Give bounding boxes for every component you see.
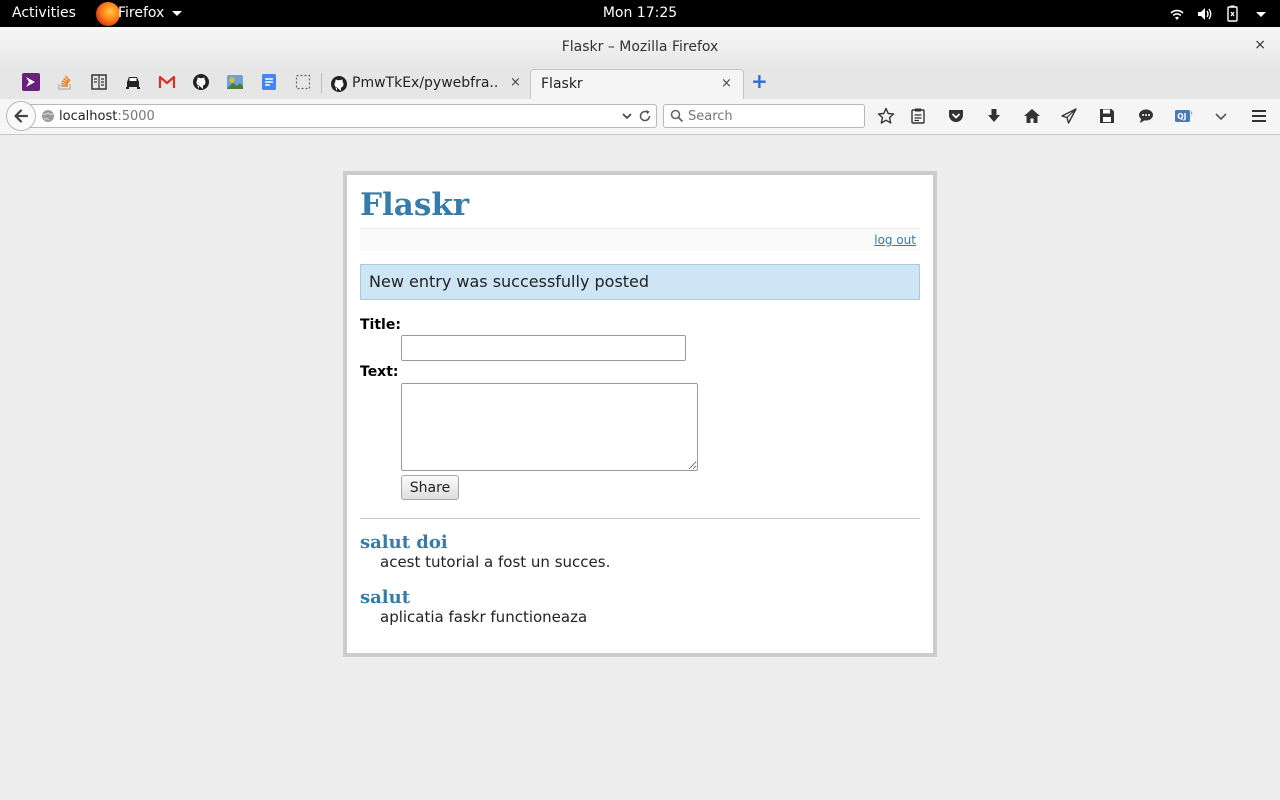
- overflow-chevron-icon[interactable]: [1212, 107, 1227, 125]
- stackoverflow-icon[interactable]: [56, 73, 74, 91]
- caret-down-icon[interactable]: [1252, 5, 1270, 23]
- hamburger-menu-icon[interactable]: [1250, 107, 1268, 125]
- save-icon[interactable]: [1098, 107, 1116, 125]
- back-arrow-icon: [14, 109, 29, 123]
- search-icon: [670, 109, 684, 123]
- meta-nav: log out: [360, 228, 920, 251]
- logout-link[interactable]: log out: [874, 233, 916, 247]
- svg-text:QJ: QJ: [1177, 112, 1186, 121]
- entry-title: salut doi: [360, 532, 448, 553]
- url-text[interactable]: localhost:5000: [59, 109, 155, 124]
- reading-list-icon[interactable]: [909, 107, 927, 125]
- title-input[interactable]: [401, 335, 686, 361]
- tab-close-icon[interactable]: ×: [510, 75, 521, 90]
- flaskr-page: Flaskr log out New entry was successfull…: [343, 171, 937, 657]
- car-icon[interactable]: [124, 73, 142, 91]
- search-placeholder: Search: [688, 109, 733, 124]
- navigation-toolbar: localhost:5000 Search QJ!: [0, 99, 1280, 135]
- reload-icon[interactable]: [638, 109, 652, 123]
- bookmark-star-icon[interactable]: [877, 107, 895, 125]
- chat-icon[interactable]: [1137, 107, 1155, 125]
- page-title: Flaskr: [360, 187, 470, 223]
- text-textarea[interactable]: [401, 383, 698, 471]
- tab-strip: PmwTkEx/pywebfra... × Flaskr ×: [0, 65, 1280, 100]
- battery-icon[interactable]: [1224, 5, 1242, 23]
- share-button[interactable]: Share: [401, 475, 459, 500]
- window-title-bar: Flaskr – Mozilla Firefox ×: [0, 27, 1280, 65]
- globe-icon[interactable]: [41, 109, 55, 123]
- tab-title: Flaskr: [541, 76, 583, 92]
- search-bar[interactable]: Search: [663, 104, 865, 128]
- tab-separator: [321, 73, 322, 93]
- docs-icon[interactable]: [260, 73, 278, 91]
- url-port: :5000: [117, 109, 155, 124]
- blank-tab-icon[interactable]: [294, 73, 312, 91]
- download-icon[interactable]: [985, 107, 1003, 125]
- pocket-icon[interactable]: [947, 107, 965, 125]
- window-close-icon[interactable]: ×: [1254, 37, 1266, 53]
- extension-icon[interactable]: QJ!: [1175, 107, 1199, 125]
- url-dropdown-chevron-icon[interactable]: [621, 110, 633, 122]
- github-icon[interactable]: [192, 73, 210, 91]
- image-app-icon[interactable]: [226, 73, 244, 91]
- tab-close-icon[interactable]: ×: [721, 76, 732, 91]
- github-icon: [330, 75, 348, 93]
- system-top-bar: Activities Firefox Mon 17:25: [0, 0, 1280, 27]
- gmail-icon[interactable]: [158, 73, 176, 91]
- tab-github-repo[interactable]: PmwTkEx/pywebfra... ×: [326, 69, 528, 99]
- entry-text: acest tutorial a fost un succes.: [380, 553, 611, 571]
- svg-text:!: !: [1191, 111, 1193, 117]
- window-title: Flaskr – Mozilla Firefox: [561, 39, 719, 55]
- url-bar[interactable]: localhost:5000: [30, 104, 657, 128]
- flash-message-text: New entry was successfully posted: [369, 272, 650, 291]
- send-icon[interactable]: [1060, 107, 1078, 125]
- tab-flaskr[interactable]: Flaskr ×: [530, 69, 744, 100]
- clock[interactable]: Mon 17:25: [0, 5, 1280, 21]
- divider: [360, 518, 920, 519]
- tab-title: PmwTkEx/pywebfra...: [352, 75, 498, 91]
- text-label: Text:: [360, 364, 399, 380]
- flash-message: New entry was successfully posted: [360, 264, 920, 300]
- url-host: localhost: [59, 109, 118, 124]
- home-icon[interactable]: [1023, 107, 1041, 125]
- reader-icon[interactable]: [90, 73, 108, 91]
- wifi-icon[interactable]: [1168, 5, 1186, 23]
- system-tray[interactable]: [1168, 4, 1270, 24]
- visual-studio-icon[interactable]: [22, 73, 40, 91]
- new-tab-plus-icon[interactable]: +: [751, 71, 768, 91]
- entry-title: salut: [360, 587, 411, 608]
- title-label: Title:: [360, 317, 401, 333]
- back-button[interactable]: [6, 101, 36, 131]
- volume-icon[interactable]: [1196, 5, 1214, 23]
- entry-text: aplicatia faskr functioneaza: [380, 608, 588, 626]
